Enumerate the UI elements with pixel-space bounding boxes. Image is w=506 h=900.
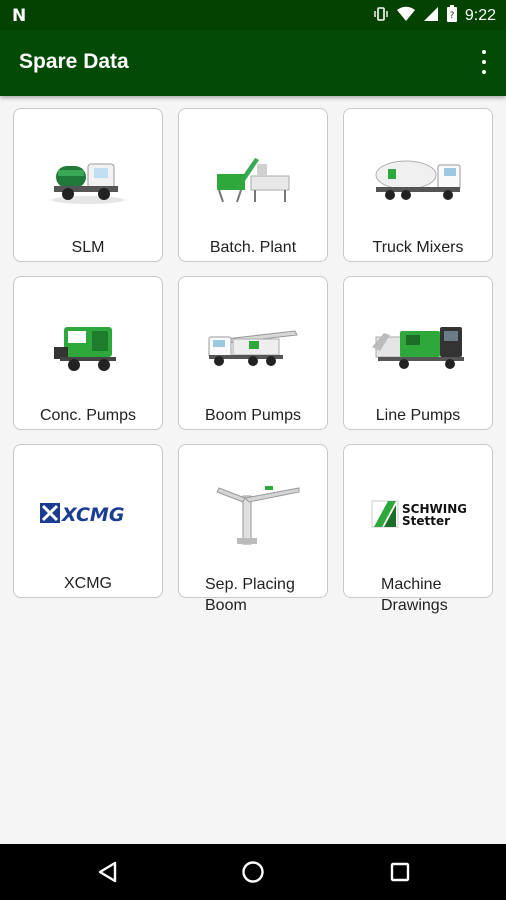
tile-label: SLM	[71, 239, 105, 256]
tile-machine-drawings[interactable]: SCHWING Stetter Machine Drawings	[343, 444, 493, 614]
notification-n-icon: N	[12, 6, 27, 26]
tile-slm[interactable]: SLM	[13, 108, 163, 262]
wifi-icon	[396, 6, 415, 27]
tile-label: Sep. Placing Boom	[179, 574, 327, 616]
placing-boom-icon	[179, 469, 327, 559]
battery-icon: ?	[446, 5, 457, 27]
tile-line-pumps[interactable]: Line Pumps	[343, 276, 493, 430]
svg-text:XCMG: XCMG	[61, 504, 124, 526]
concrete-pump-icon	[14, 301, 162, 391]
tile-label: XCMG	[64, 575, 112, 592]
overflow-menu-icon[interactable]	[478, 50, 490, 74]
svg-text:?: ?	[449, 11, 454, 21]
tile-conc-pumps[interactable]: Conc. Pumps	[13, 276, 163, 430]
tile-truck-mixers[interactable]: Truck Mixers	[343, 108, 493, 262]
tile-label-line2: Boom	[205, 597, 247, 614]
tile-label-line2: Drawings	[381, 597, 448, 614]
batch-plant-icon	[179, 133, 327, 223]
tile-label: Line Pumps	[375, 407, 461, 424]
tile-label: Conc. Pumps	[39, 407, 137, 424]
app-bar: Spare Data	[0, 30, 506, 96]
svg-text:Stetter: Stetter	[402, 514, 450, 528]
status-icons: ? 9:22	[373, 5, 496, 27]
slm-mixer-icon	[14, 133, 162, 223]
home-icon[interactable]	[239, 858, 267, 886]
back-icon[interactable]	[94, 858, 122, 886]
xcmg-logo: XCMG	[14, 469, 162, 559]
tile-label: Boom Pumps	[204, 407, 302, 424]
tile-label: Truck Mixers	[372, 239, 464, 256]
tile-label-line1: Sep. Placing	[205, 576, 295, 593]
tile-sep-placing-boom[interactable]: Sep. Placing Boom	[178, 444, 328, 614]
vibrate-icon	[373, 6, 389, 27]
signal-icon	[423, 6, 439, 27]
boom-pump-icon	[179, 301, 327, 391]
clock: 9:22	[464, 7, 496, 24]
tile-label-line1: Machine	[381, 576, 442, 593]
tile-label: Batch. Plant	[209, 239, 297, 256]
tile-label: Machine Drawings	[344, 574, 492, 616]
status-bar: N ? 9:22	[0, 0, 506, 30]
app-title: Spare Data	[19, 50, 129, 73]
navigation-bar	[0, 844, 506, 900]
schwing-stetter-logo: SCHWING Stetter	[344, 469, 492, 559]
tile-batch-plant[interactable]: Batch. Plant	[178, 108, 328, 262]
line-pump-icon	[344, 301, 492, 391]
truck-mixer-icon	[344, 133, 492, 223]
tile-boom-pumps[interactable]: Boom Pumps	[178, 276, 328, 430]
tile-xcmg[interactable]: XCMG XCMG	[13, 444, 163, 598]
recents-icon[interactable]	[386, 858, 414, 886]
